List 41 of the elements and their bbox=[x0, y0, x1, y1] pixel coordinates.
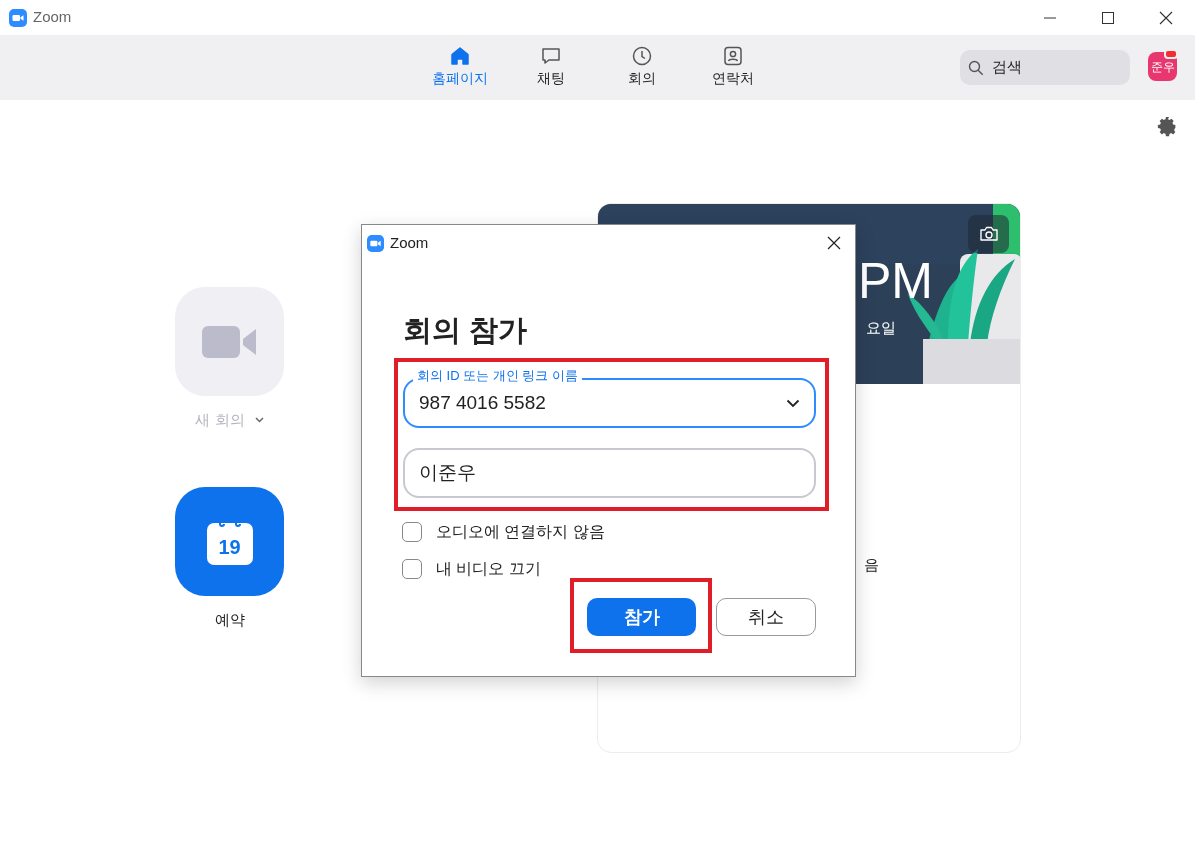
schedule-button[interactable]: 19 bbox=[175, 486, 284, 596]
camera-button[interactable] bbox=[968, 215, 1009, 253]
checkbox[interactable] bbox=[402, 522, 422, 542]
action-label: 예약 bbox=[214, 609, 245, 630]
search-field[interactable]: 검색 bbox=[990, 55, 1110, 80]
caret-icon[interactable] bbox=[254, 417, 264, 424]
close-icon[interactable] bbox=[827, 236, 841, 251]
day-text: 요일 bbox=[866, 318, 896, 338]
nav-tab[interactable]: 채팅 bbox=[505, 45, 596, 90]
meeting-id-field[interactable]: 987 4016 5582 bbox=[417, 387, 786, 419]
name-field[interactable]: 이준우 bbox=[403, 448, 816, 498]
dialog-heading: 회의 참가 bbox=[403, 312, 529, 348]
nav-tab[interactable]: 홈페이지 bbox=[414, 45, 505, 90]
maximize-icon[interactable] bbox=[1101, 10, 1115, 25]
video-camera-icon bbox=[201, 325, 258, 358]
action-label: 새 회의 bbox=[195, 410, 245, 430]
field-label: 회의 ID 또는 개인 링크 이름 bbox=[413, 368, 583, 384]
checkbox-label: 내 비디오 끄기 bbox=[436, 559, 541, 579]
status-badge bbox=[1164, 49, 1178, 59]
close-icon[interactable] bbox=[1159, 10, 1173, 25]
clock-icon bbox=[630, 45, 653, 68]
camera-icon bbox=[978, 226, 999, 242]
search-icon bbox=[968, 59, 984, 76]
zoom-logo-icon bbox=[9, 8, 27, 27]
home-icon bbox=[448, 45, 471, 68]
dropdown-caret-icon[interactable] bbox=[786, 398, 800, 408]
settings-icon[interactable] bbox=[1157, 116, 1178, 137]
time-text: PM bbox=[858, 256, 933, 306]
contact-card-icon bbox=[721, 45, 744, 68]
dialog-title: Zoom bbox=[390, 233, 429, 253]
checkbox[interactable] bbox=[402, 559, 422, 579]
search-bar[interactable]: 검색 bbox=[960, 50, 1130, 85]
nav-tab[interactable]: 연락처 bbox=[687, 45, 778, 90]
join-button[interactable]: 참가 bbox=[587, 598, 696, 636]
nav-tab[interactable]: 회의 bbox=[596, 45, 687, 90]
zoom-logo-icon bbox=[367, 234, 384, 252]
cancel-button[interactable]: 취소 bbox=[716, 598, 816, 636]
window-title: Zoom bbox=[33, 7, 72, 28]
status-text: 음 bbox=[864, 555, 879, 575]
checkbox-label: 오디오에 연결하지 않음 bbox=[436, 522, 605, 542]
avatar[interactable]: 준우 bbox=[1148, 52, 1177, 81]
